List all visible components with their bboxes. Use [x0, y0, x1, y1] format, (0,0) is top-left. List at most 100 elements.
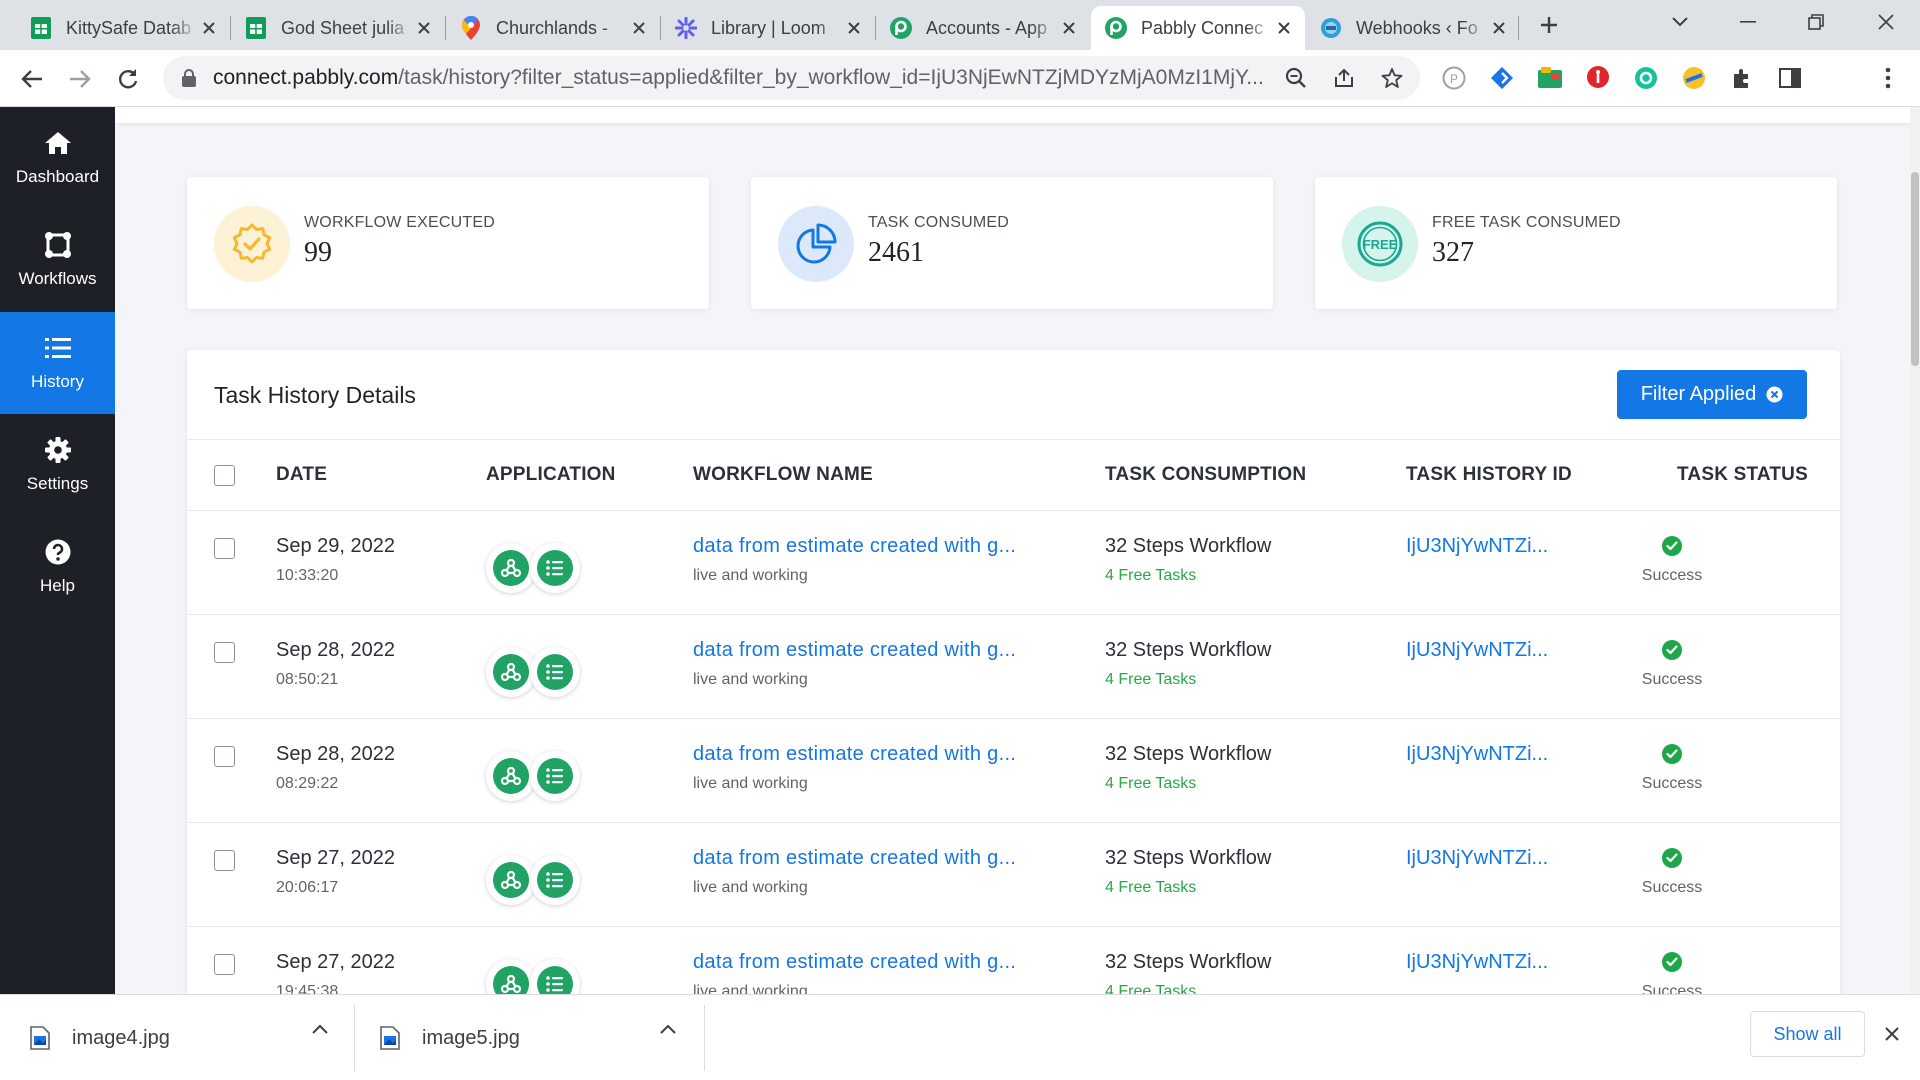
sidebar-item-settings[interactable]: Settings — [0, 414, 115, 516]
webhook-app-icon[interactable] — [486, 855, 536, 905]
show-all-button[interactable]: Show all — [1750, 1011, 1865, 1057]
more-menu-icon[interactable] — [1874, 64, 1902, 92]
webhook-app-icon[interactable] — [486, 543, 536, 593]
browser-tab-active[interactable]: Pabbly Connec — [1091, 6, 1305, 50]
free-tasks: 4 Free Tasks — [1105, 983, 1197, 994]
workflow-name-link[interactable]: data from estimate created with g... — [693, 535, 1016, 558]
side-panel-icon[interactable] — [1776, 64, 1804, 92]
task-history-id-link[interactable]: IjU3NjYwNTZi... — [1406, 847, 1548, 870]
close-icon[interactable] — [413, 17, 435, 39]
grammarly-extension-icon[interactable] — [1632, 64, 1660, 92]
reload-icon[interactable] — [113, 64, 143, 94]
chevron-up-icon[interactable] — [308, 1017, 332, 1041]
table-row[interactable]: Sep 28, 2022 08:29:22 data from estimate c… — [187, 719, 1840, 823]
window-close-icon[interactable] — [1866, 8, 1906, 36]
close-icon[interactable] — [843, 17, 865, 39]
diamond-extension-icon[interactable] — [1488, 64, 1516, 92]
close-icon[interactable] — [1273, 17, 1295, 39]
row-checkbox[interactable] — [214, 642, 235, 663]
url-path: /task/history?filter_status=applied&filt… — [398, 66, 1264, 89]
column-header-task-status[interactable]: TASK STATUS — [1677, 464, 1808, 486]
new-tab-button[interactable] — [1535, 11, 1563, 39]
column-header-application[interactable]: APPLICATION — [486, 464, 616, 486]
tab-search-icon[interactable] — [1660, 8, 1700, 36]
sidebar-item-dashboard[interactable]: Dashboard — [0, 107, 115, 209]
task-history-id-link[interactable]: IjU3NjYwNTZi... — [1406, 535, 1548, 558]
download-bar: image4.jpg image5.jpg Show all — [0, 994, 1920, 1080]
browser-tab[interactable]: Churchlands - — [446, 6, 660, 50]
browser-tab[interactable]: KittySafe Datab — [16, 6, 230, 50]
workflow-name-link[interactable]: data from estimate created with g... — [693, 743, 1016, 766]
pocket-extension-icon[interactable] — [1584, 64, 1612, 92]
task-history-id-link[interactable]: IjU3NjYwNTZi... — [1406, 639, 1548, 662]
bookmark-star-icon[interactable] — [1376, 62, 1408, 94]
task-history-id-link[interactable]: IjU3NjYwNTZi... — [1406, 951, 1548, 974]
row-checkbox[interactable] — [214, 850, 235, 871]
close-icon[interactable] — [1880, 1022, 1904, 1046]
cell-time: 08:29:22 — [276, 775, 339, 792]
download-item[interactable]: image4.jpg — [30, 1009, 170, 1067]
webhook-app-icon[interactable] — [486, 647, 536, 697]
close-icon[interactable] — [1488, 17, 1510, 39]
minimize-icon[interactable] — [1728, 8, 1768, 36]
table-row[interactable]: Sep 28, 2022 08:50:21 data from estimate c… — [187, 615, 1840, 719]
list-app-icon[interactable] — [530, 959, 580, 994]
lock-icon[interactable] — [179, 68, 199, 88]
svg-text:P: P — [1450, 72, 1458, 86]
close-icon[interactable] — [198, 17, 220, 39]
browser-tab[interactable]: Webhooks ‹ Fo — [1306, 6, 1520, 50]
list-app-icon[interactable] — [530, 543, 580, 593]
pabbly-extension-icon[interactable]: P — [1440, 64, 1468, 92]
image-file-icon — [30, 1026, 50, 1050]
column-header-task-consumption[interactable]: TASK CONSUMPTION — [1105, 464, 1306, 486]
row-checkbox[interactable] — [214, 538, 235, 559]
table-row[interactable]: Sep 27, 2022 20:06:17 data from estimate c… — [187, 823, 1840, 927]
column-header-date[interactable]: DATE — [276, 464, 327, 486]
pabbly-icon — [890, 17, 912, 39]
clear-filter-icon[interactable] — [1766, 386, 1783, 403]
workflow-name-link[interactable]: data from estimate created with g... — [693, 951, 1016, 974]
list-app-icon[interactable] — [530, 647, 580, 697]
share-icon[interactable] — [1328, 62, 1360, 94]
folder-extension-icon[interactable] — [1536, 64, 1564, 92]
column-header-workflow-name[interactable]: WORKFLOW NAME — [693, 464, 873, 486]
browser-tab[interactable]: God Sheet julia — [231, 6, 445, 50]
table-row[interactable]: Sep 27, 2022 19:45:38 data from estimate c… — [187, 927, 1840, 994]
scrollbar-thumb[interactable] — [1911, 172, 1919, 366]
bolt-extension-icon[interactable] — [1680, 64, 1708, 92]
restore-icon[interactable] — [1796, 8, 1836, 36]
sidebar-item-workflows[interactable]: Workflows — [0, 209, 115, 311]
task-history-id-link[interactable]: IjU3NjYwNTZi... — [1406, 743, 1548, 766]
download-item[interactable]: image5.jpg — [380, 1009, 520, 1067]
divider — [704, 1005, 705, 1071]
list-app-icon[interactable] — [530, 855, 580, 905]
filter-applied-button[interactable]: Filter Applied — [1617, 370, 1807, 419]
close-icon[interactable] — [1058, 17, 1080, 39]
browser-tab[interactable]: Library | Loom — [661, 6, 875, 50]
address-bar[interactable]: connect.pabbly.com/task/history?filter_s… — [163, 56, 1420, 100]
app-sidebar: Dashboard Workflows History Settings Hel… — [0, 107, 115, 994]
forward-icon[interactable] — [65, 64, 95, 94]
puzzle-extensions-icon[interactable] — [1728, 64, 1756, 92]
list-icon — [44, 334, 72, 362]
chevron-up-icon[interactable] — [656, 1017, 680, 1041]
list-app-icon[interactable] — [530, 751, 580, 801]
sidebar-item-history[interactable]: History — [0, 312, 115, 414]
row-checkbox[interactable] — [214, 954, 235, 975]
row-checkbox[interactable] — [214, 746, 235, 767]
browser-tab[interactable]: Accounts - App — [876, 6, 1090, 50]
cell-date: Sep 28, 2022 — [276, 743, 395, 765]
workflow-name-link[interactable]: data from estimate created with g... — [693, 639, 1016, 662]
workflow-name-link[interactable]: data from estimate created with g... — [693, 847, 1016, 870]
table-row[interactable]: Sep 29, 2022 10:33:20 data from estimate c… — [187, 511, 1840, 615]
select-all-checkbox[interactable] — [214, 465, 235, 486]
close-icon[interactable] — [628, 17, 650, 39]
back-icon[interactable] — [17, 64, 47, 94]
status-text: Success — [1641, 671, 1703, 688]
column-header-task-history-id[interactable]: TASK HISTORY ID — [1406, 464, 1572, 486]
webhook-app-icon[interactable] — [486, 751, 536, 801]
zoom-icon[interactable] — [1280, 62, 1312, 94]
sidebar-item-help[interactable]: Help — [0, 516, 115, 618]
webhook-app-icon[interactable] — [486, 959, 536, 994]
tab-title: God Sheet julia — [281, 17, 405, 38]
